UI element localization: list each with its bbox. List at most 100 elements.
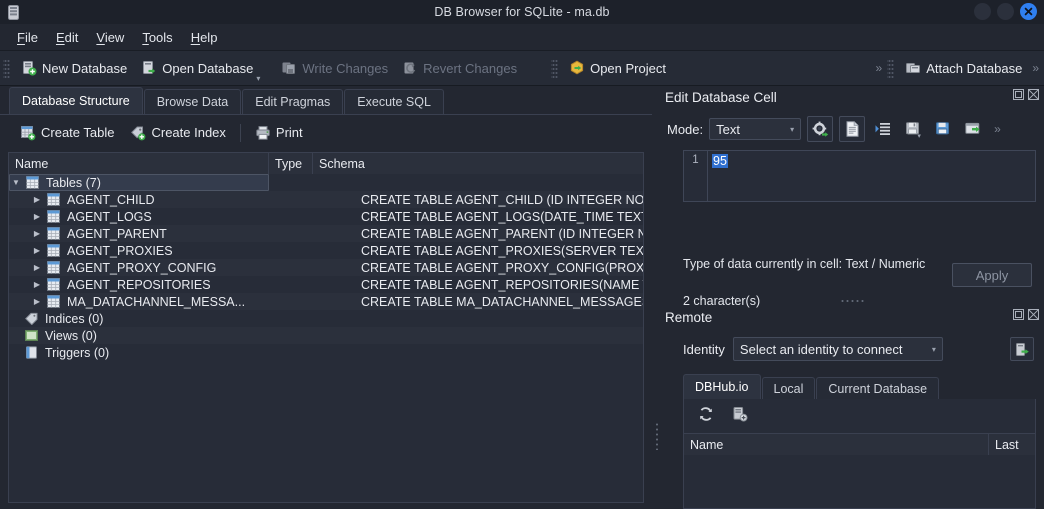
menu-tools[interactable]: Tools	[133, 27, 181, 48]
table-group-icon	[26, 176, 39, 189]
tree-schema-cell: CREATE TABLE AGENT_PARENT (ID INTEGER NO…	[361, 226, 643, 241]
tab-database-structure-label: Database Structure	[22, 94, 130, 108]
menu-file[interactable]: File	[8, 27, 47, 48]
chevron-right-icon[interactable]: ▶	[31, 246, 43, 255]
refresh-button[interactable]	[694, 402, 718, 426]
connect-database-icon	[1015, 342, 1029, 356]
create-index-label: Create Index	[151, 125, 226, 140]
table-row[interactable]: ▶ AGENT_CHILD CREATE TABLE AGENT_CHILD (ID…	[9, 191, 643, 208]
minimize-button[interactable]	[974, 3, 991, 20]
table-row[interactable]: Views (0)	[9, 327, 643, 344]
tree-name-cell: ▶ AGENT_PROXY_CONFIG	[9, 259, 269, 276]
identity-select[interactable]: Select an identity to connect ▾	[732, 337, 943, 361]
apply-button[interactable]: Apply	[952, 263, 1032, 287]
remote-tab-dbhub[interactable]: DBHub.io	[683, 374, 761, 399]
close-button[interactable]	[1020, 3, 1037, 20]
tab-execute-sql[interactable]: Execute SQL	[344, 89, 444, 114]
table-row[interactable]: ▼ Tables (7)	[9, 174, 643, 191]
edit-cell-float-icon[interactable]	[1013, 89, 1024, 100]
tree-column-schema[interactable]: Schema	[313, 153, 643, 174]
chevron-right-icon[interactable]: ▶	[31, 195, 43, 204]
remote-tabs: DBHub.io Local Current Database Name Las…	[683, 374, 1036, 509]
toolbar-overflow-2[interactable]: »	[1029, 61, 1044, 75]
print-icon	[256, 125, 270, 140]
chevron-right-icon[interactable]: ▶	[31, 212, 43, 221]
remote-table-body	[684, 455, 1035, 508]
remote-tab-local[interactable]: Local	[761, 377, 816, 399]
menu-edit[interactable]: Edit	[47, 27, 87, 48]
table-row[interactable]: Indices (0)	[9, 310, 643, 327]
table-row[interactable]: ▶ MA_DATACHANNEL_MESSA... CREATE TABLE MA_…	[9, 293, 643, 310]
edit-cell-close-icon[interactable]	[1028, 89, 1039, 100]
view-icon	[25, 329, 38, 342]
menu-view[interactable]: View	[87, 27, 133, 48]
tab-browse-data[interactable]: Browse Data	[143, 89, 242, 114]
remote-close-icon[interactable]	[1028, 309, 1039, 320]
export-button[interactable]	[931, 117, 955, 141]
table-row[interactable]: ▶ AGENT_PROXIES CREATE TABLE AGENT_PROXIES…	[9, 242, 643, 259]
new-database-button[interactable]: New Database	[14, 55, 134, 81]
maximize-button[interactable]	[997, 3, 1014, 20]
edit-cell-dock-title: Edit Database Cell	[661, 86, 1044, 108]
mode-select[interactable]: Text ▾	[709, 118, 802, 140]
menu-help[interactable]: Help	[182, 27, 227, 48]
tree-body: ▼ Tables (7) ▶ AGENT_CHILD CREATE TABLE AGEN…	[9, 174, 643, 502]
index-icon	[25, 312, 38, 326]
chevron-down-icon[interactable]: ▼	[10, 178, 22, 187]
tree-name-cell: Indices (0)	[9, 310, 269, 327]
open-database-label: Open Database	[162, 60, 254, 76]
cell-editor[interactable]: 1 95	[683, 150, 1036, 202]
open-project-button[interactable]: Open Project	[562, 55, 673, 81]
table-row[interactable]: Triggers (0)	[9, 344, 643, 361]
toolbar-grip-3[interactable]	[551, 58, 559, 78]
left-panel: Database Structure Browse Data Edit Prag…	[0, 86, 652, 509]
edit-cell-overflow[interactable]: »	[991, 122, 1003, 136]
remote-tab-current-database[interactable]: Current Database	[816, 377, 940, 399]
word-wrap-button[interactable]	[871, 117, 895, 141]
apply-data-button[interactable]	[807, 116, 834, 142]
chevron-right-icon[interactable]: ▶	[31, 229, 43, 238]
app-window: DB Browser for SQLite - ma.db File Edit …	[0, 0, 1044, 509]
trigger-icon	[25, 346, 38, 359]
tree-item-label: AGENT_LOGS	[67, 209, 152, 224]
table-row[interactable]: ▶ AGENT_PROXY_CONFIG CREATE TABLE AGENT_PR…	[9, 259, 643, 276]
table-icon	[47, 244, 60, 257]
chevron-right-icon[interactable]: ▶	[31, 263, 43, 272]
open-database-dropdown-caret[interactable]: ▾	[256, 74, 260, 83]
menu-bar: File Edit View Tools Help	[0, 24, 1044, 51]
remote-dock-buttons	[1013, 309, 1039, 320]
import-button[interactable]: ▾	[901, 117, 925, 141]
remote-float-icon[interactable]	[1013, 309, 1024, 320]
chevron-right-icon[interactable]: ▶	[31, 280, 43, 289]
text-mode-button[interactable]	[839, 116, 866, 142]
cell-editor-content[interactable]: 95	[708, 151, 1035, 201]
print-button[interactable]: Print	[247, 121, 311, 145]
toolbar-overflow-1[interactable]: »	[873, 61, 885, 75]
panel-splitter-vertical[interactable]	[652, 86, 661, 509]
chevron-right-icon[interactable]: ▶	[31, 297, 43, 306]
remote-column-name[interactable]: Name	[684, 434, 989, 456]
tree-column-name[interactable]: Name	[9, 153, 269, 174]
tab-database-structure[interactable]: Database Structure	[9, 87, 143, 114]
remote-column-last[interactable]: Last	[989, 434, 1035, 456]
open-external-button[interactable]	[961, 117, 985, 141]
add-database-button[interactable]	[728, 402, 752, 426]
toolbar-grip-4[interactable]	[887, 58, 895, 78]
connect-button[interactable]	[1010, 337, 1034, 361]
tree-schema-cell: CREATE TABLE AGENT_PROXY_CONFIG(PROXY_US…	[361, 260, 643, 275]
database-structure-tree[interactable]: Name Type Schema ▼ Tables (7) ▶ AGENT_CHILD…	[8, 152, 644, 503]
line-number-gutter: 1	[684, 151, 708, 201]
table-row[interactable]: ▶ AGENT_PARENT CREATE TABLE AGENT_PARENT (…	[9, 225, 643, 242]
write-changes-button[interactable]: Write Changes	[274, 55, 395, 81]
tree-column-type[interactable]: Type	[269, 153, 313, 174]
revert-changes-button[interactable]: Revert Changes	[395, 55, 524, 81]
table-row[interactable]: ▶ AGENT_LOGS CREATE TABLE AGENT_LOGS(DATE_…	[9, 208, 643, 225]
create-table-button[interactable]: Create Table	[12, 121, 122, 145]
attach-database-button[interactable]: Attach Database	[898, 55, 1029, 81]
dock-splitter-horizontal[interactable]	[661, 296, 1044, 306]
toolbar-grip[interactable]	[3, 58, 10, 78]
create-index-button[interactable]: Create Index	[122, 121, 233, 145]
table-row[interactable]: ▶ AGENT_REPOSITORIES CREATE TABLE AGENT_RE…	[9, 276, 643, 293]
tab-edit-pragmas[interactable]: Edit Pragmas	[242, 89, 344, 114]
open-database-button[interactable]: Open Database	[134, 55, 260, 81]
